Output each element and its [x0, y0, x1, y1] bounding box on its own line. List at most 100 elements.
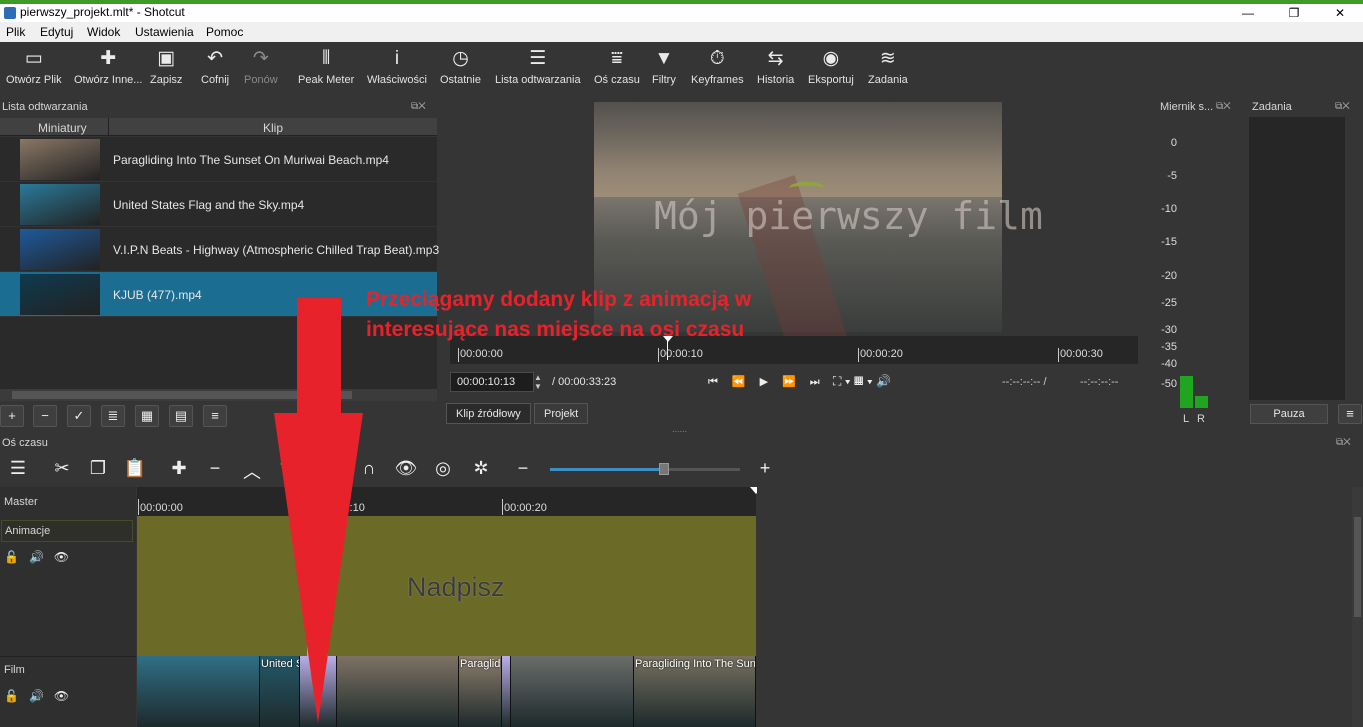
remove-icon[interactable]: − [203, 458, 227, 479]
menu-widok[interactable]: Widok [87, 25, 120, 39]
copy-icon[interactable]: ❐ [86, 458, 110, 479]
red-arrow-annotation [274, 298, 363, 723]
zoom-in-icon[interactable]: + [753, 458, 777, 479]
timeline-menu-icon[interactable]: ☰ [6, 458, 30, 479]
menu-plik[interactable]: Plik [6, 25, 25, 39]
toolbar-label: Peak Meter [298, 74, 355, 86]
track-master-label[interactable]: Master [4, 496, 38, 508]
timeline-icon: ⩸ [611, 48, 623, 69]
column-thumbnails[interactable]: Miniatury [38, 121, 87, 135]
clip-name: V.I.P.N Beats - Highway (Atmospheric Chi… [113, 243, 440, 257]
timeline-ruler[interactable]: 00:00:0000:00:1000:00:20 [137, 487, 756, 516]
menu-pomoc[interactable]: Pomoc [206, 25, 243, 39]
meter-scale: 0 -5 -10 -15 -20 -25 -30 -35 -40 -50 [1137, 137, 1177, 397]
film-track[interactable]: United S Paraglid Paragliding Into The Sun [137, 656, 756, 727]
playlist-btn-0[interactable]: + [0, 405, 24, 427]
tab-source-clip[interactable]: Klip źródłowy [446, 403, 531, 424]
toolbar-label: Zapisz [150, 74, 183, 86]
minimize-button[interactable]: — [1225, 4, 1271, 22]
track-animacje-controls[interactable]: 🔓🔊👁 [4, 550, 79, 564]
menu-edytuj[interactable]: Edytuj [40, 25, 73, 39]
toolbar-undo-button[interactable]: ↶ Cofnij [201, 48, 229, 86]
tab-project[interactable]: Projekt [534, 403, 589, 424]
track-headers: Master Animacje 🔓🔊👁 Film 🔓🔊👁 [0, 487, 136, 727]
playlist-row[interactable]: United States Flag and the Sky.mp4 [0, 182, 437, 227]
toolbar-info-button[interactable]: i Właściwości [367, 48, 427, 86]
toolbar-label: Oś czasu [594, 74, 640, 86]
toolbar-label: Ostatnie [440, 74, 481, 86]
pause-button[interactable]: Pauza [1250, 404, 1328, 424]
jobs-float-button[interactable]: ⧉✕ [1335, 101, 1350, 112]
cut-icon[interactable]: ✂ [50, 458, 74, 479]
playlist-btn-2[interactable]: ✓ [67, 405, 91, 427]
toolbar-history-button[interactable]: ⇆ Historia [757, 48, 794, 86]
zoom-out-icon[interactable]: − [511, 458, 535, 479]
meter-scale-label: -15 [1161, 236, 1177, 248]
film-clip[interactable] [137, 656, 260, 727]
film-clip-label: Paraglid [460, 658, 501, 670]
playlist-btn-6[interactable]: ≡ [203, 405, 227, 427]
toolbar-open-other-button[interactable]: ✚ Otwórz Inne... [74, 48, 142, 86]
animacje-track[interactable]: Nadpisz [137, 516, 756, 656]
toolbar-list-button[interactable]: ☰ Lista odtwarzania [495, 48, 581, 86]
toolbar-timeline-button[interactable]: ⩸ Oś czasu [594, 48, 640, 86]
toolbar-peak-meter-button[interactable]: ⦀ Peak Meter [298, 48, 354, 86]
append-icon[interactable]: ✚ [167, 458, 191, 479]
playback-controls[interactable]: ⏮⏪▶⏩⏭ [708, 375, 834, 389]
playlist-scrollbar[interactable] [0, 389, 437, 401]
toolbar-filter-button[interactable]: ▼ Filtry [652, 48, 676, 86]
toolbar-database-button[interactable]: ≋ Zadania [868, 48, 908, 86]
track-film-controls[interactable]: 🔓🔊👁 [4, 689, 79, 703]
playlist-btn-3[interactable]: ≣ [101, 405, 125, 427]
track-film-label[interactable]: Film [4, 664, 25, 676]
timecode-field[interactable]: 00:00:10:13 [450, 372, 534, 392]
ripple-icon[interactable]: ◎ [431, 458, 455, 479]
filter-icon: ▼ [654, 48, 674, 69]
playlist-btn-4[interactable]: ▦ [135, 405, 159, 427]
ruler-tick-label: 00:00:20 [860, 348, 903, 360]
out-point: --:--:--:-- [1080, 376, 1119, 388]
film-clip[interactable]: Paragliding Into The Sun [634, 656, 756, 727]
ripple-all-icon[interactable]: ✲ [469, 458, 493, 479]
ruler-tick-line [502, 499, 503, 515]
toolbar-redo-button[interactable]: ↷ Ponów [244, 48, 278, 86]
scrub-icon[interactable]: 👁 [394, 458, 418, 479]
ruler-tick-label: 00:00:00 [460, 348, 503, 360]
menu-ustawienia[interactable]: Ustawienia [135, 25, 194, 39]
playlist-row[interactable]: V.I.P.N Beats - Highway (Atmospheric Chi… [0, 227, 440, 272]
disc-icon: ◉ [822, 48, 840, 69]
toolbar-stopwatch-button[interactable]: ⏱ Keyframes [691, 48, 744, 86]
jobs-menu-button[interactable]: ≡ [1338, 404, 1362, 424]
playlist-row[interactable]: Paragliding Into The Sunset On Muriwai B… [0, 137, 437, 182]
meter-float-button[interactable]: ⧉✕ [1216, 101, 1231, 112]
timeline-float-button[interactable]: ⧉✕ [1336, 437, 1351, 448]
open-other-icon: ✚ [100, 48, 117, 69]
zoom-slider[interactable] [550, 463, 740, 475]
timeline-scrollbar[interactable] [1352, 487, 1363, 727]
close-button[interactable]: ✕ [1317, 4, 1363, 22]
maximize-button[interactable]: ❐ [1271, 4, 1317, 22]
toolbar-clock-button[interactable]: ◷ Ostatnie [440, 48, 481, 86]
lift-icon[interactable]: ︿ [240, 458, 264, 484]
toolbar-save-button[interactable]: ▣ Zapisz [150, 48, 182, 86]
playlist-btn-5[interactable]: ▤ [169, 405, 193, 427]
playlist-btn-1[interactable]: − [33, 405, 57, 427]
track-animacje-header[interactable]: Animacje [1, 520, 133, 542]
film-clip[interactable] [511, 656, 634, 727]
toolbar-label: Cofnij [201, 74, 230, 86]
zoom-grid-volume-controls[interactable]: ⛶ ▾ ▦ ▾ 🔊 [833, 374, 891, 389]
column-clip[interactable]: Klip [263, 121, 283, 135]
toolbar-disc-button[interactable]: ◉ Eksportuj [808, 48, 854, 86]
toolbar-label: Otwórz Inne... [74, 74, 143, 86]
timecode-spin[interactable]: ▲ ▼ [534, 373, 542, 391]
film-clip[interactable] [502, 656, 511, 727]
film-clip[interactable]: Paraglid [459, 656, 502, 727]
ruler-tick-label: 00:00:10 [660, 348, 703, 360]
meter-scale-label: -10 [1161, 203, 1177, 215]
paste-icon[interactable]: 📋 [123, 458, 147, 479]
splitter-handle[interactable]: ...... [672, 424, 687, 434]
toolbar-folder-open-button[interactable]: ▭ Otwórz Plik [6, 48, 62, 86]
jobs-list [1249, 117, 1345, 400]
playlist-float-button[interactable]: ⧉✕ [411, 101, 426, 112]
annotation-text: Przeciągamy dodany klip z animacją w int… [366, 288, 752, 341]
